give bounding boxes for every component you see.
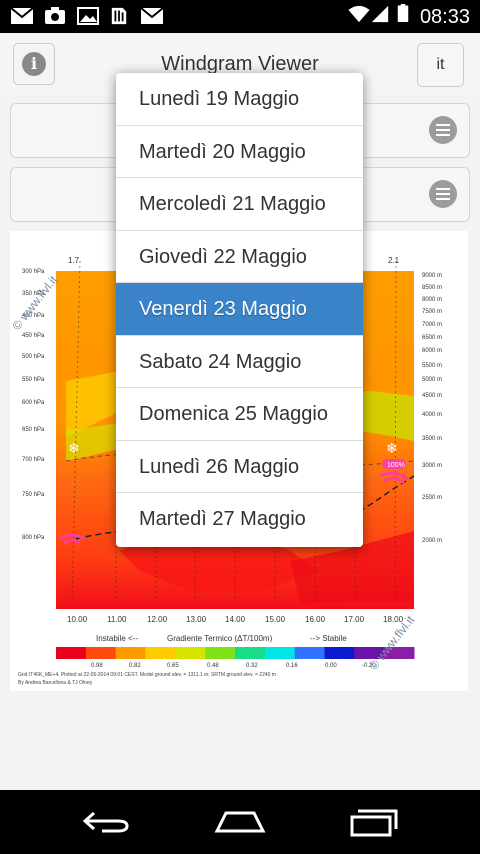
top-label: 2.1: [388, 256, 400, 265]
pressure-label: 550 hPa: [22, 377, 45, 383]
chart-credits: By Andrea Barcellona & TJ Olney: [18, 680, 93, 686]
pressure-label: 600 hPa: [22, 400, 45, 406]
gradient-caption: Instabile <-- Gradiente Termico (ΔT/100m…: [96, 634, 347, 643]
dropdown-option[interactable]: Sabato 24 Maggio: [116, 336, 363, 388]
menu-icon: [429, 180, 457, 208]
signal-icon: [371, 5, 389, 23]
time-label: 11.00: [107, 615, 127, 624]
altitude-label: 2000 m: [422, 538, 442, 544]
dropdown-option[interactable]: Lunedì 26 Maggio: [116, 441, 363, 493]
altitude-label: 8000 m: [422, 297, 442, 303]
colorbar-value: 0.16: [286, 663, 298, 669]
colorbar-swatch: [56, 647, 87, 659]
colorbar-swatch: [175, 647, 206, 659]
clock: 08:33: [419, 6, 470, 28]
time-label: 16.00: [305, 615, 326, 624]
time-label: 17.00: [344, 615, 365, 624]
camera-icon: [45, 7, 65, 24]
dropdown-option[interactable]: Mercoledì 21 Maggio: [116, 178, 363, 231]
caption-mid: Gradiente Termico (ΔT/100m): [167, 634, 273, 643]
altitude-axis: 9000 m 8500 m 8000 m 7500 m 7000 m 6500 …: [422, 273, 442, 544]
altitude-label: 3500 m: [422, 436, 442, 442]
date-dropdown-list[interactable]: Lunedì 19 Maggio Martedì 20 Maggio Mercole…: [116, 73, 363, 547]
dropdown-option[interactable]: Venerdì 23 Maggio: [116, 283, 363, 336]
back-icon[interactable]: [82, 810, 130, 834]
colorbar-value: 0.00: [325, 663, 337, 669]
altitude-label: 7000 m: [422, 322, 442, 328]
colorbar-value: 0.32: [246, 663, 258, 669]
pressure-label: 700 hPa: [22, 457, 45, 463]
language-button[interactable]: it: [417, 43, 464, 87]
altitude-label: 2500 m: [422, 495, 442, 501]
menu-icon: [429, 116, 457, 144]
snow-icon: ❄: [68, 441, 80, 457]
colorbar: [56, 647, 415, 659]
battery-icon: [397, 4, 409, 22]
altitude-label: 7500 m: [422, 309, 442, 315]
chart-footer: Grid IT46K_ME+4. Plotted at 22-05-2014 0…: [18, 672, 276, 678]
mail-icon: [10, 7, 34, 24]
time-label: 10.00: [67, 615, 88, 624]
colorbar-swatch: [324, 647, 355, 659]
colorbar-swatch: [115, 647, 146, 659]
pressure-label: 650 hPa: [22, 427, 45, 433]
colorbar-swatch: [294, 647, 325, 659]
altitude-label: 9000 m: [422, 273, 442, 279]
colorbar-swatch: [205, 647, 236, 659]
dropdown-option[interactable]: Lunedì 19 Maggio: [116, 73, 363, 126]
recent-apps-icon[interactable]: [348, 806, 398, 838]
pressure-label: 800 hPa: [22, 535, 45, 541]
dropdown-option[interactable]: Domenica 25 Maggio: [116, 388, 363, 441]
dropdown-option[interactable]: Martedì 20 Maggio: [116, 126, 363, 178]
altitude-label: 5500 m: [422, 363, 442, 369]
time-label: 12.00: [147, 615, 168, 624]
nav-bar: [0, 790, 480, 854]
mail-icon: [140, 7, 164, 24]
altitude-label: 5000 m: [422, 377, 442, 383]
caption-right: --> Stabile: [310, 634, 347, 643]
colorbar-swatch: [264, 647, 296, 659]
pressure-label: 450 hPa: [22, 333, 45, 339]
watermark: © www.flvl.it: [10, 273, 61, 333]
sim-icon: [111, 7, 127, 25]
colorbar-swatch: [85, 647, 117, 659]
colorbar-swatch: [145, 647, 176, 659]
colorbar-value: 0.48: [207, 663, 219, 669]
colorbar-swatch: [235, 647, 266, 659]
altitude-label: 6000 m: [422, 348, 442, 354]
altitude-label: 6500 m: [422, 335, 442, 341]
dropdown-option[interactable]: Giovedì 22 Maggio: [116, 231, 363, 283]
dropdown-option[interactable]: Martedì 27 Maggio: [116, 493, 363, 546]
time-label: 14.00: [225, 615, 246, 624]
altitude-label: 3000 m: [422, 463, 442, 469]
status-bar: 08:33: [0, 0, 480, 33]
snow-icon: ❄: [386, 441, 398, 457]
pressure-label: 500 hPa: [22, 354, 45, 360]
caption-left: Instabile <--: [96, 634, 138, 643]
altitude-label: 8500 m: [422, 285, 442, 291]
home-icon[interactable]: [214, 810, 266, 834]
time-label: 15.00: [265, 615, 286, 624]
pressure-label: 300 hPa: [22, 269, 45, 275]
colorbar-value: 0.98: [91, 663, 103, 669]
colorbar-value: 0.82: [129, 663, 141, 669]
colorbar-values: 0.98 0.82 0.65 0.48 0.32 0.16 0.00 -0.20: [91, 663, 376, 669]
image-icon: [77, 7, 99, 25]
colorbar-value: 0.65: [167, 663, 179, 669]
pressure-label: 750 hPa: [22, 492, 45, 498]
altitude-label: 4000 m: [422, 412, 442, 418]
time-label: 13.00: [186, 615, 207, 624]
humidity-label: 100%: [387, 462, 405, 469]
altitude-label: 4500 m: [422, 393, 442, 399]
top-label: 1.7: [68, 256, 80, 265]
time-axis: 10.00 11.00 12.00 13.00 14.00 15.00 16.0…: [67, 615, 404, 624]
